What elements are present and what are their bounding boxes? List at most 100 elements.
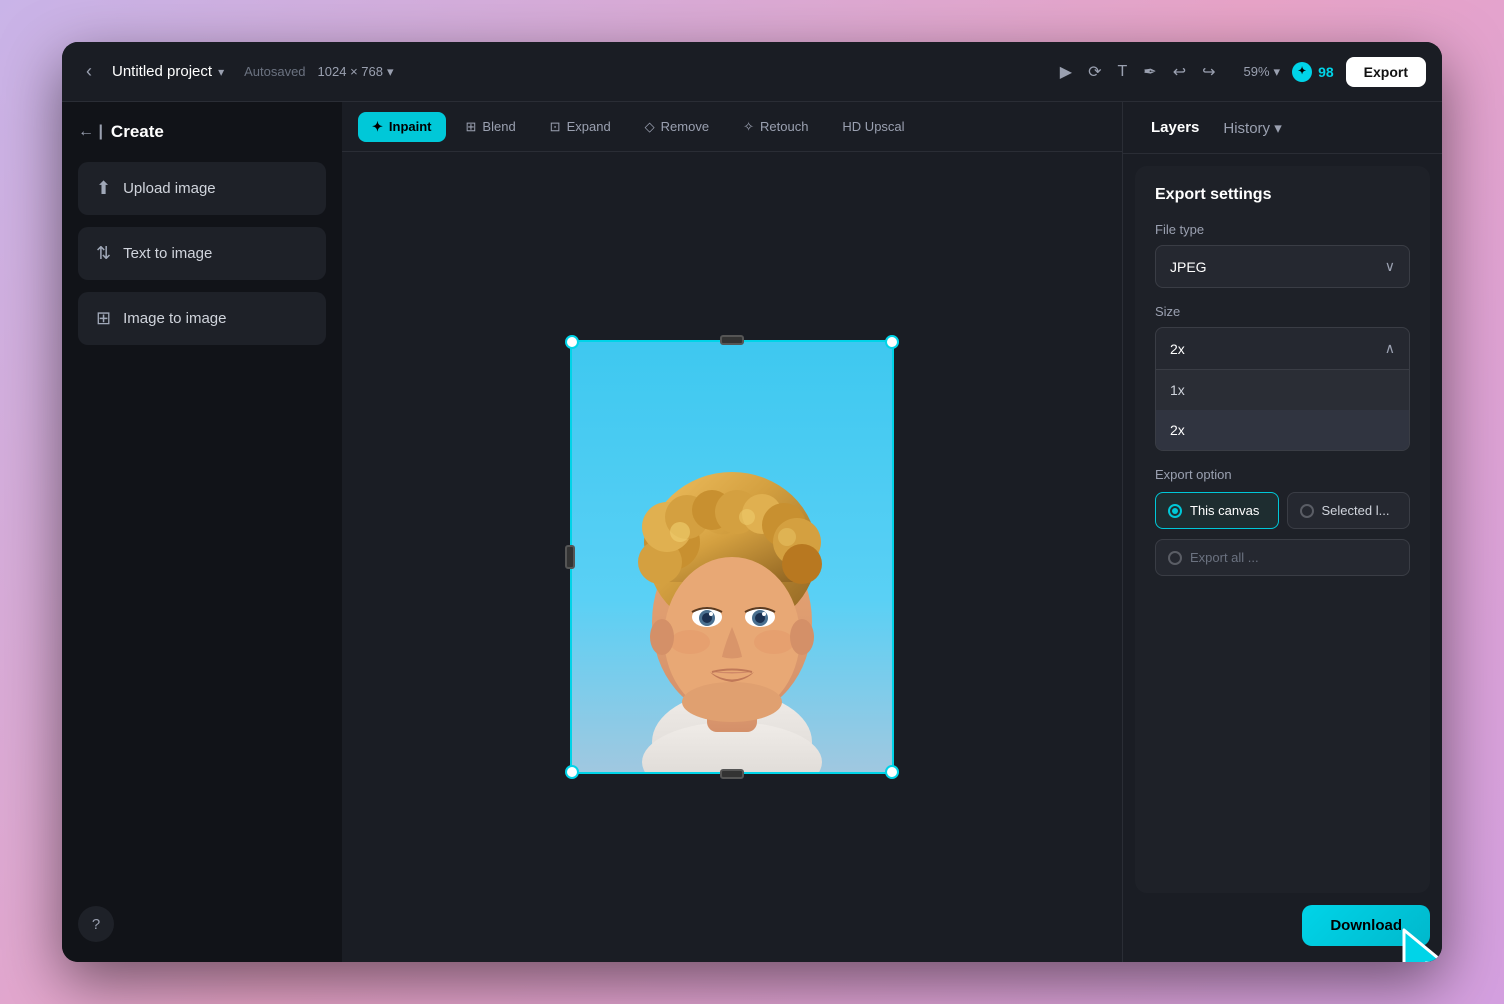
sidebar-header: ← | Create xyxy=(78,122,326,142)
zoom-chevron-icon: ▾ xyxy=(1274,64,1281,80)
file-type-chevron-icon: ∨ xyxy=(1385,258,1395,275)
sidebar-item-text-label: Text to image xyxy=(123,245,212,262)
selected-label: Selected l... xyxy=(1322,503,1390,518)
sidebar-item-image-to-image[interactable]: ⊞ Image to image xyxy=(78,292,326,345)
export-option-label: Export option xyxy=(1155,467,1410,482)
tab-history[interactable]: History ▾ xyxy=(1211,111,1293,145)
handle-top-right[interactable] xyxy=(885,335,899,349)
canvas-image xyxy=(572,342,892,772)
autosaved-status: Autosaved xyxy=(244,64,305,79)
expand-button[interactable]: ⊡ Expand xyxy=(536,112,625,142)
right-panel: Layers History ▾ Export settings File ty… xyxy=(1122,102,1442,962)
redo-tool-icon[interactable]: ↪ xyxy=(1202,62,1215,82)
remove-button[interactable]: ◇ Remove xyxy=(631,112,723,142)
this-canvas-radio xyxy=(1168,504,1182,518)
size-option-2x[interactable]: 2x xyxy=(1156,410,1409,450)
credits-display: ✦ 98 xyxy=(1292,62,1334,82)
sidebar-item-text-to-image[interactable]: ⇅ Text to image xyxy=(78,227,326,280)
export-all-radio xyxy=(1168,551,1182,565)
resolution-chevron-icon: ▾ xyxy=(387,64,394,80)
resolution-value: 1024 × 768 xyxy=(318,64,383,79)
file-type-value: JPEG xyxy=(1170,259,1207,275)
this-canvas-button[interactable]: This canvas xyxy=(1155,492,1279,529)
sidebar-item-image-label: Image to image xyxy=(123,310,226,327)
size-dropdown: 2x ∧ 1x 2x xyxy=(1155,327,1410,451)
blend-button[interactable]: ⊞ Blend xyxy=(452,112,530,142)
remove-icon: ◇ xyxy=(645,119,655,135)
inpaint-button[interactable]: ✦ Inpaint xyxy=(358,112,446,142)
size-select-active[interactable]: 2x ∧ xyxy=(1155,327,1410,370)
export-options-row: This canvas Selected l... xyxy=(1155,492,1410,529)
toolbar-bar: ✦ Inpaint ⊞ Blend ⊡ Expand ◇ Remove ✧ xyxy=(342,102,1122,152)
panel-tabs: Layers History ▾ xyxy=(1123,102,1442,154)
export-all-label: Export all ... xyxy=(1190,550,1259,565)
export-settings-panel: Export settings File type JPEG ∨ Size 2x… xyxy=(1135,166,1430,893)
upscal-label: HD Upscal xyxy=(842,119,904,134)
zoom-value: 59% xyxy=(1244,64,1270,79)
sidebar-title: Create xyxy=(111,122,164,142)
handle-top-middle[interactable] xyxy=(720,335,744,345)
credits-icon: ✦ xyxy=(1292,62,1312,82)
file-type-select[interactable]: JPEG ∨ xyxy=(1155,245,1410,288)
project-title-text: Untitled project xyxy=(112,63,212,80)
image-to-image-icon: ⊞ xyxy=(96,308,111,329)
retouch-button[interactable]: ✧ Retouch xyxy=(729,112,822,142)
this-canvas-label: This canvas xyxy=(1190,503,1259,518)
zoom-selector[interactable]: 59% ▾ xyxy=(1244,64,1281,80)
blend-label: Blend xyxy=(482,119,515,134)
sidebar-back-icon: ← | xyxy=(78,123,103,141)
size-options-list: 1x 2x xyxy=(1155,370,1410,451)
project-title[interactable]: Untitled project ▾ xyxy=(112,63,224,80)
canvas-image-wrapper xyxy=(572,342,892,772)
title-chevron-icon: ▾ xyxy=(218,65,224,79)
upload-image-icon: ⬆ xyxy=(96,178,111,199)
sidebar-item-upload-label: Upload image xyxy=(123,180,216,197)
size-chevron-up-icon: ∧ xyxy=(1385,340,1395,357)
download-area: Download xyxy=(1123,905,1442,962)
sidebar: ← | Create ⬆ Upload image ⇅ Text to imag… xyxy=(62,102,342,962)
pen-tool-icon[interactable]: ✒ xyxy=(1143,62,1156,82)
handle-middle-left[interactable] xyxy=(565,545,575,569)
handle-bottom-right[interactable] xyxy=(885,765,899,779)
text-to-image-icon: ⇅ xyxy=(96,243,111,264)
export-button[interactable]: Export xyxy=(1346,57,1426,87)
history-label: History ▾ xyxy=(1223,119,1281,137)
size-label: Size xyxy=(1155,304,1410,319)
help-button[interactable]: ? xyxy=(78,906,114,942)
retouch-icon: ✧ xyxy=(743,119,754,135)
canvas-area: ✦ Inpaint ⊞ Blend ⊡ Expand ◇ Remove ✧ xyxy=(342,102,1122,962)
export-settings-title: Export settings xyxy=(1155,186,1410,204)
selected-radio xyxy=(1300,504,1314,518)
app-window: ‹ Untitled project ▾ Autosaved 1024 × 76… xyxy=(62,42,1442,962)
select-tool-icon[interactable]: ▶ xyxy=(1060,62,1072,82)
upscal-button[interactable]: HD Upscal xyxy=(828,112,918,141)
inpaint-label: Inpaint xyxy=(389,119,432,134)
header-tools: ▶ ⟳ T ✒ ↩ ↪ xyxy=(1060,62,1216,82)
undo-tool-icon[interactable]: ↩ xyxy=(1173,62,1186,82)
size-option-1x[interactable]: 1x xyxy=(1156,370,1409,410)
remove-label: Remove xyxy=(661,119,709,134)
cursor-icon xyxy=(1400,926,1442,962)
expand-label: Expand xyxy=(567,119,611,134)
blend-icon: ⊞ xyxy=(466,119,477,135)
text-tool-icon[interactable]: T xyxy=(1118,63,1128,81)
tab-layers[interactable]: Layers xyxy=(1139,111,1211,144)
handle-bottom-left[interactable] xyxy=(565,765,579,779)
resolution-selector[interactable]: 1024 × 768 ▾ xyxy=(318,64,394,80)
back-button[interactable]: ‹ xyxy=(78,57,100,86)
inpaint-icon: ✦ xyxy=(372,119,383,135)
canvas-content[interactable] xyxy=(342,152,1122,962)
size-current-value: 2x xyxy=(1170,341,1185,357)
main-area: ← | Create ⬆ Upload image ⇅ Text to imag… xyxy=(62,102,1442,962)
handle-top-left[interactable] xyxy=(565,335,579,349)
credits-value: 98 xyxy=(1318,64,1334,80)
retouch-label: Retouch xyxy=(760,119,808,134)
rotate-tool-icon[interactable]: ⟳ xyxy=(1088,62,1101,82)
export-all-button[interactable]: Export all ... xyxy=(1155,539,1410,576)
header: ‹ Untitled project ▾ Autosaved 1024 × 76… xyxy=(62,42,1442,102)
sidebar-item-upload-image[interactable]: ⬆ Upload image xyxy=(78,162,326,215)
selected-layers-button[interactable]: Selected l... xyxy=(1287,492,1411,529)
expand-icon: ⊡ xyxy=(550,119,561,135)
handle-bottom-middle[interactable] xyxy=(720,769,744,779)
file-type-label: File type xyxy=(1155,222,1410,237)
